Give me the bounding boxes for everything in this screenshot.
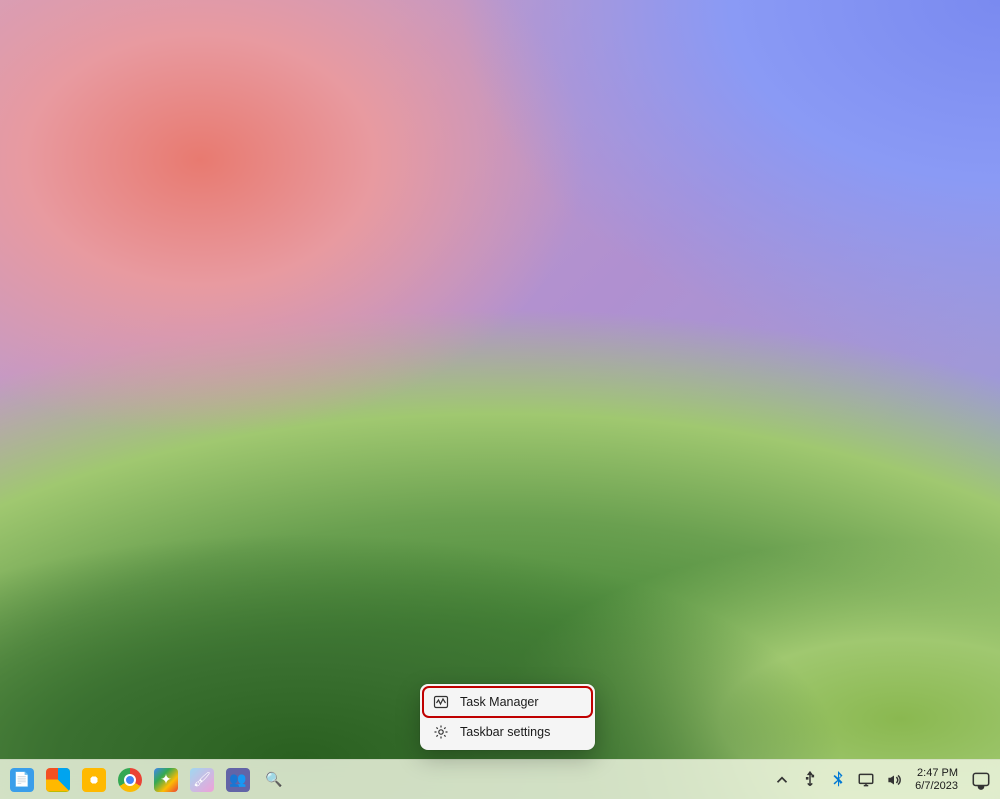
volume-icon[interactable] — [885, 771, 903, 789]
taskbar-app-chrome[interactable] — [114, 764, 146, 796]
taskbar-app-magnify[interactable]: 🔍 — [258, 764, 290, 796]
taskbar-app-notepad[interactable]: 📄 — [6, 764, 38, 796]
menu-item-taskbar-settings[interactable]: Taskbar settings — [424, 718, 591, 746]
taskbar-context-menu: Task Manager Taskbar settings — [420, 684, 595, 750]
system-tray: 2:47 PM 6/7/2023 — [773, 767, 1000, 793]
notifications-icon[interactable] — [970, 769, 992, 791]
menu-item-task-manager[interactable]: Task Manager — [424, 688, 591, 716]
clock-time: 2:47 PM — [915, 767, 958, 780]
taskbar-app-chrome-canary[interactable] — [78, 764, 110, 796]
desktop[interactable]: Task Manager Taskbar settings 📄 ✦ 🖌 👥 🔍 — [0, 0, 1000, 799]
taskbar-pinned-apps: 📄 ✦ 🖌 👥 🔍 — [0, 764, 290, 796]
taskbar-app-paint[interactable]: 🖌 — [186, 764, 218, 796]
clock-date: 6/7/2023 — [915, 780, 958, 793]
menu-item-label: Taskbar settings — [460, 725, 550, 739]
task-manager-icon — [433, 694, 449, 710]
usb-icon[interactable] — [801, 771, 819, 789]
taskbar-app-store[interactable] — [42, 764, 74, 796]
tray-overflow-chevron-icon[interactable] — [773, 771, 791, 789]
taskbar-app-teams[interactable]: 👥 — [222, 764, 254, 796]
display-icon[interactable] — [857, 771, 875, 789]
taskbar-app-puzzle[interactable]: ✦ — [150, 764, 182, 796]
settings-icon — [433, 724, 449, 740]
menu-item-label: Task Manager — [460, 695, 539, 709]
taskbar[interactable]: 📄 ✦ 🖌 👥 🔍 — [0, 759, 1000, 799]
bluetooth-icon[interactable] — [829, 771, 847, 789]
taskbar-clock[interactable]: 2:47 PM 6/7/2023 — [913, 767, 960, 793]
